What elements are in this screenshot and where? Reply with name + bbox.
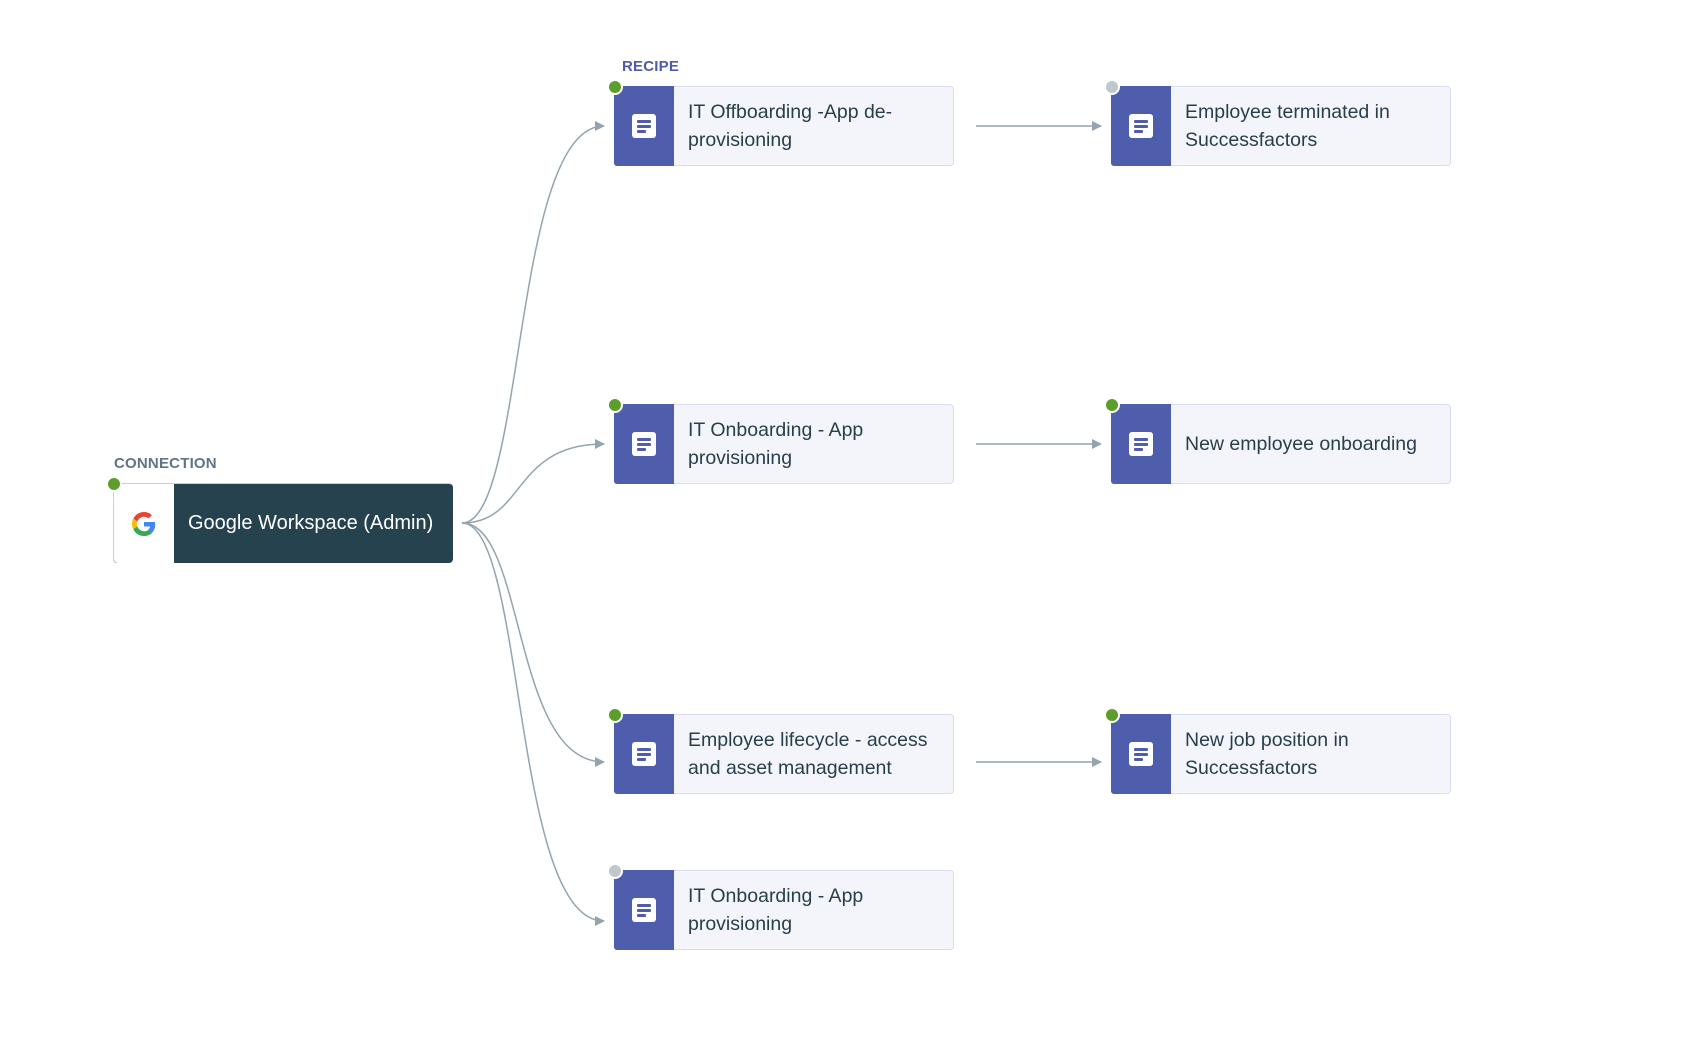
status-dot-active [1104,397,1120,413]
connection-icon-box [114,484,174,563]
status-dot-active [106,476,122,492]
recipe-node-it-offboarding[interactable]: IT Offboarding -App de-provisioning [607,79,954,166]
recipe-section-label: RECIPE [622,58,680,75]
recipe-icon-box [614,870,674,950]
edge-connection-to-r1 [461,121,605,524]
edge-connection-to-r4 [461,522,605,926]
recipe-node-new-employee-onboarding[interactable]: New employee onboarding [1104,397,1451,484]
connection-section-label: CONNECTION [114,455,217,472]
status-dot-active [607,707,623,723]
status-dot-active [1104,707,1120,723]
recipe-node-employee-lifecycle[interactable]: Employee lifecycle - access and asset ma… [607,707,954,794]
status-dot-inactive [607,863,623,879]
recipe-name: Employee terminated in Successfactors [1185,101,1390,151]
recipe-icon-box [1111,714,1171,794]
connection-name: Google Workspace (Admin) [188,512,434,534]
document-icon [632,742,656,766]
document-icon [632,114,656,138]
document-icon [1129,114,1153,138]
recipe-node-it-onboarding-2[interactable]: IT Onboarding - App provisioning [607,863,954,950]
document-icon [632,898,656,922]
recipe-name: IT Onboarding - App provisioning [688,885,864,935]
document-icon [1129,432,1153,456]
recipe-name: New employee onboarding [1185,433,1417,455]
recipe-name: IT Offboarding -App de-provisioning [688,101,893,151]
status-dot-inactive [1104,79,1120,95]
recipe-node-new-job-position[interactable]: New job position in Successfactors [1104,707,1451,794]
edge-connection-to-r2 [461,439,605,524]
document-icon [632,432,656,456]
connection-node-google-workspace[interactable]: Google Workspace (Admin) [106,476,453,563]
recipe-name: Employee lifecycle - access and asset ma… [688,729,928,779]
recipe-icon-box [1111,404,1171,484]
recipe-node-employee-terminated[interactable]: Employee terminated in Successfactors [1104,79,1451,166]
status-dot-active [607,79,623,95]
document-icon [1129,742,1153,766]
recipe-name: IT Onboarding - App provisioning [688,419,864,469]
recipe-icon-box [1111,86,1171,166]
recipe-name: New job position in Successfactors [1185,729,1349,779]
edge-connection-to-r3 [461,522,605,767]
recipe-icon-box [614,404,674,484]
recipe-node-it-onboarding[interactable]: IT Onboarding - App provisioning [607,397,954,484]
recipe-icon-box [614,714,674,794]
recipe-icon-box [614,86,674,166]
status-dot-active [607,397,623,413]
google-g-icon [132,511,156,536]
